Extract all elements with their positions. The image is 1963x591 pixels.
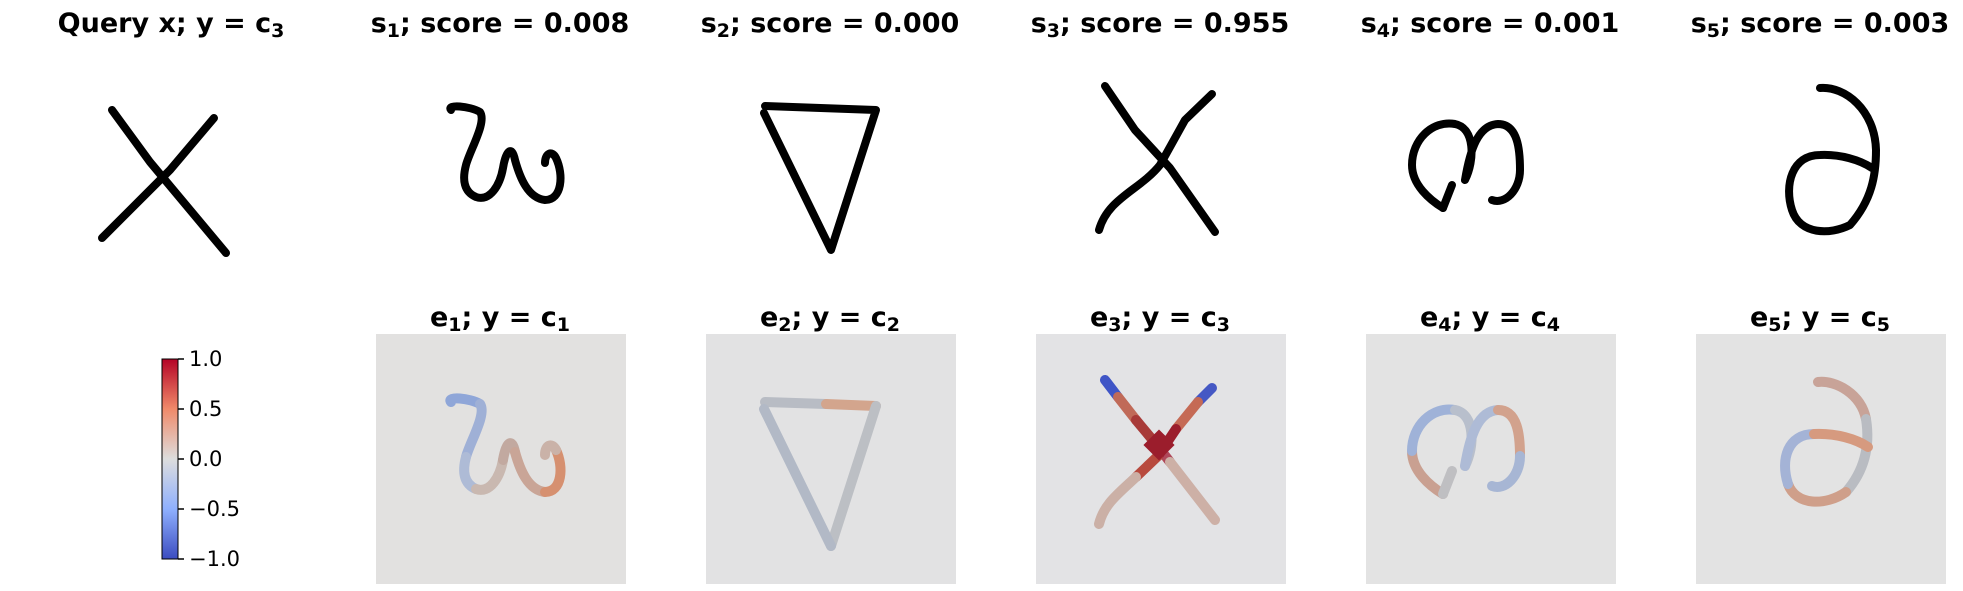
explanation-title-4: e4; y = c4 [1419, 302, 1561, 336]
colorbar-tick-label: −0.5 [189, 497, 240, 521]
explanation-panel-2 [706, 334, 956, 584]
explanation-title-5: e5; y = c5 [1749, 302, 1891, 336]
explanation-panel-4 [1366, 334, 1616, 584]
explanation-title-1: e1; y = c1 [429, 302, 571, 336]
colorbar-tick-label: 0.0 [189, 447, 223, 471]
colorbar-tick-label: 1.0 [189, 347, 223, 371]
support-glyph-5 [1785, 83, 1880, 236]
explanation-panel-3 [1036, 334, 1286, 584]
explanation-panel-1 [376, 334, 626, 584]
explanation-title-3: e3; y = c3 [1089, 302, 1231, 336]
explanation-title-2: e2; y = c2 [759, 302, 901, 336]
colorbar-tick-label: 0.5 [189, 397, 223, 421]
explanation-panel-5 [1696, 334, 1946, 584]
colorbar-tick-label: −1.0 [189, 547, 240, 571]
colorbar [161, 358, 184, 560]
